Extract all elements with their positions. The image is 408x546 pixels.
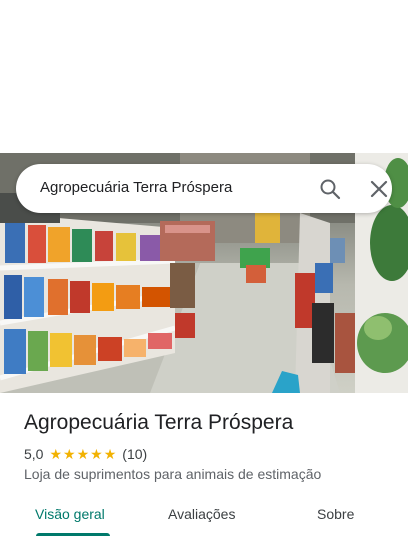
star-icon: ★	[76, 446, 90, 462]
tab-overview[interactable]: Visão geral	[35, 506, 105, 522]
place-title: Agropecuária Terra Próspera	[24, 411, 294, 434]
star-icon: ★	[49, 446, 63, 462]
search-bar[interactable]: Agropecuária Terra Próspera	[16, 164, 392, 213]
search-icon[interactable]	[318, 177, 342, 201]
place-category: Loja de suprimentos para animais de esti…	[24, 466, 322, 482]
star-icon: ★	[63, 446, 76, 462]
rating-value: 5,0	[24, 446, 44, 462]
review-count[interactable]: (10)	[122, 446, 147, 462]
star-icon: ★	[90, 446, 103, 462]
tab-reviews[interactable]: Avaliações	[168, 506, 235, 522]
star-rating: ★ ★ ★ ★ ★	[49, 447, 117, 461]
close-icon[interactable]	[367, 177, 391, 201]
tab-bar: Visão geral Avaliações Sobre	[0, 498, 408, 546]
star-icon: ★	[103, 446, 117, 462]
search-input[interactable]: Agropecuária Terra Próspera	[40, 179, 232, 196]
active-tab-indicator	[36, 533, 110, 536]
tab-about[interactable]: Sobre	[317, 506, 354, 522]
rating-row[interactable]: 5,0 ★ ★ ★ ★ ★ (10)	[24, 445, 147, 463]
